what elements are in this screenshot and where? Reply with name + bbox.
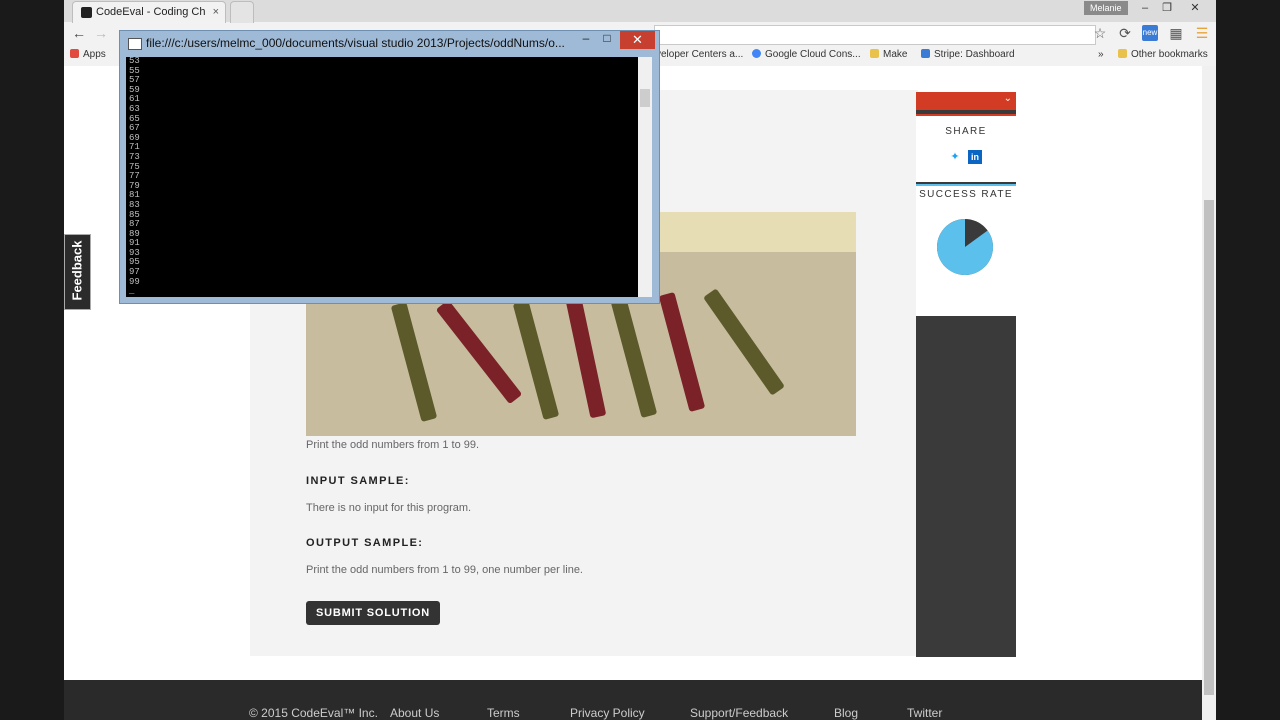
page-scrollbar-thumb[interactable]	[1204, 200, 1214, 695]
apps-grid-icon	[70, 49, 79, 58]
footer-link-about[interactable]: About Us	[390, 706, 439, 720]
console-line: _	[129, 286, 135, 297]
success-rate-box: SUCCESS RATE	[916, 184, 1016, 316]
linkedin-icon[interactable]: in	[968, 150, 982, 164]
console-line: 89	[129, 228, 140, 239]
console-output: 53 55 57 59 61 63 65 67 69 71 73 75 77 79 81 83 85 87 89 91…	[126, 57, 638, 297]
bookmark-google-cloud[interactable]: Google Cloud Cons...	[752, 49, 861, 60]
page-footer: © 2015 CodeEval™ Inc. About Us Terms Pri…	[64, 680, 1202, 720]
console-line: 59	[129, 84, 140, 95]
bookmark-apps[interactable]: Apps	[70, 49, 106, 60]
console-line: 73	[129, 151, 140, 162]
back-arrow-icon[interactable]: ←	[72, 25, 86, 41]
console-line: 91	[129, 238, 140, 249]
footer-link-support[interactable]: Support/Feedback	[690, 706, 788, 720]
console-close-icon[interactable]: ✕	[620, 31, 655, 49]
footer-link-blog[interactable]: Blog	[834, 706, 858, 720]
sidebar-header-bar[interactable]: ⌄	[916, 92, 1016, 110]
feedback-tab[interactable]: Feedback	[64, 234, 91, 310]
forward-arrow-icon[interactable]: →	[94, 25, 108, 41]
console-line: 61	[129, 94, 140, 105]
chevron-down-icon[interactable]: ⌄	[1004, 93, 1012, 104]
bookmarks-overflow-icon[interactable]: »	[1098, 49, 1104, 60]
share-heading: SHARE	[945, 126, 987, 137]
bookmark-other[interactable]: Other bookmarks	[1118, 49, 1208, 60]
stripe-icon	[921, 49, 930, 58]
share-box: SHARE ✦ in	[916, 114, 1016, 182]
bookmark-developer-centers[interactable]: veloper Centers a...	[656, 49, 743, 60]
address-bar[interactable]	[654, 25, 1096, 45]
folder-icon	[1118, 49, 1127, 58]
challenge-description: Print the odd numbers from 1 to 99.	[306, 439, 480, 451]
output-sample-heading: OUTPUT SAMPLE:	[306, 537, 424, 549]
footer-copyright: © 2015 CodeEval™ Inc.	[249, 706, 378, 720]
console-scrollbar[interactable]	[638, 57, 652, 297]
twitter-icon[interactable]: ✦	[948, 150, 962, 164]
console-line: 83	[129, 199, 140, 210]
restore-window-icon[interactable]: ❐	[1154, 0, 1180, 16]
pencil-illustration	[565, 297, 607, 419]
console-line: 75	[129, 161, 140, 172]
bookmark-star-icon[interactable]: ☆	[1092, 25, 1108, 41]
input-sample-text: There is no input for this program.	[306, 502, 472, 514]
bookmark-make[interactable]: Make	[870, 49, 907, 60]
footer-link-twitter[interactable]: Twitter	[907, 706, 942, 720]
console-line: 67	[129, 123, 140, 134]
console-line: 99	[129, 276, 140, 287]
console-line: 71	[129, 142, 140, 153]
tab-strip: CodeEval - Coding Challe × Melanie – ❐ ✕	[64, 0, 1216, 23]
input-sample-heading: INPUT SAMPLE:	[306, 475, 410, 487]
console-line: 55	[129, 65, 140, 76]
pencil-illustration	[658, 291, 706, 413]
console-window[interactable]: file:///c:/users/melmc_000/documents/vis…	[119, 30, 660, 304]
footer-link-privacy[interactable]: Privacy Policy	[570, 706, 645, 720]
success-rate-heading: SUCCESS RATE	[919, 189, 1013, 200]
challenge-sidebar: ⌄ SHARE ✦ in SUCCESS RATE	[916, 92, 1016, 657]
console-line: 53	[129, 57, 140, 66]
console-line: 87	[129, 219, 140, 230]
console-line: 63	[129, 103, 140, 114]
refresh-extension-icon[interactable]: ⟳	[1117, 25, 1133, 41]
console-minimize-icon[interactable]: –	[576, 31, 596, 47]
profile-badge[interactable]: Melanie	[1084, 1, 1128, 15]
tab-title: CodeEval - Coding Challe	[96, 6, 206, 19]
console-line: 81	[129, 190, 140, 201]
submit-solution-button[interactable]: SUBMIT SOLUTION	[306, 601, 440, 625]
console-line: 85	[129, 209, 140, 220]
console-line: 57	[129, 75, 140, 86]
feedback-label: Feedback	[69, 240, 85, 301]
pencil-illustration	[703, 288, 785, 396]
console-line: 79	[129, 180, 140, 191]
success-rate-pie	[937, 219, 993, 275]
extension-new-icon[interactable]: new	[1142, 25, 1158, 41]
pencil-illustration	[610, 297, 658, 419]
tab-codeeval[interactable]: CodeEval - Coding Challe ×	[72, 1, 226, 23]
console-line: 97	[129, 267, 140, 278]
console-line: 65	[129, 113, 140, 124]
folder-icon	[870, 49, 879, 58]
pencil-illustration	[512, 299, 560, 421]
codeeval-favicon-icon	[81, 6, 92, 18]
close-window-icon[interactable]: ✕	[1182, 0, 1208, 16]
console-line: 93	[129, 247, 140, 258]
pencil-illustration	[390, 301, 438, 423]
footer-link-terms[interactable]: Terms	[487, 706, 520, 720]
pencil-illustration	[435, 299, 523, 405]
output-sample-text: Print the odd numbers from 1 to 99, one …	[306, 564, 583, 576]
bookmark-stripe[interactable]: Stripe: Dashboard	[921, 49, 1015, 60]
google-cloud-icon	[752, 49, 761, 58]
console-line: 77	[129, 171, 140, 182]
console-scrollbar-thumb[interactable]	[640, 89, 650, 107]
console-maximize-icon[interactable]: □	[597, 31, 617, 47]
new-tab-button[interactable]	[230, 1, 254, 23]
tab-close-icon[interactable]: ×	[213, 2, 219, 22]
console-title: file:///c:/users/melmc_000/documents/vis…	[146, 36, 565, 50]
console-app-icon	[128, 38, 142, 50]
menu-hamburger-icon[interactable]: ☰	[1194, 25, 1210, 41]
console-line: 69	[129, 132, 140, 143]
console-line: 95	[129, 257, 140, 268]
film-extension-icon[interactable]: ▦	[1168, 25, 1184, 41]
